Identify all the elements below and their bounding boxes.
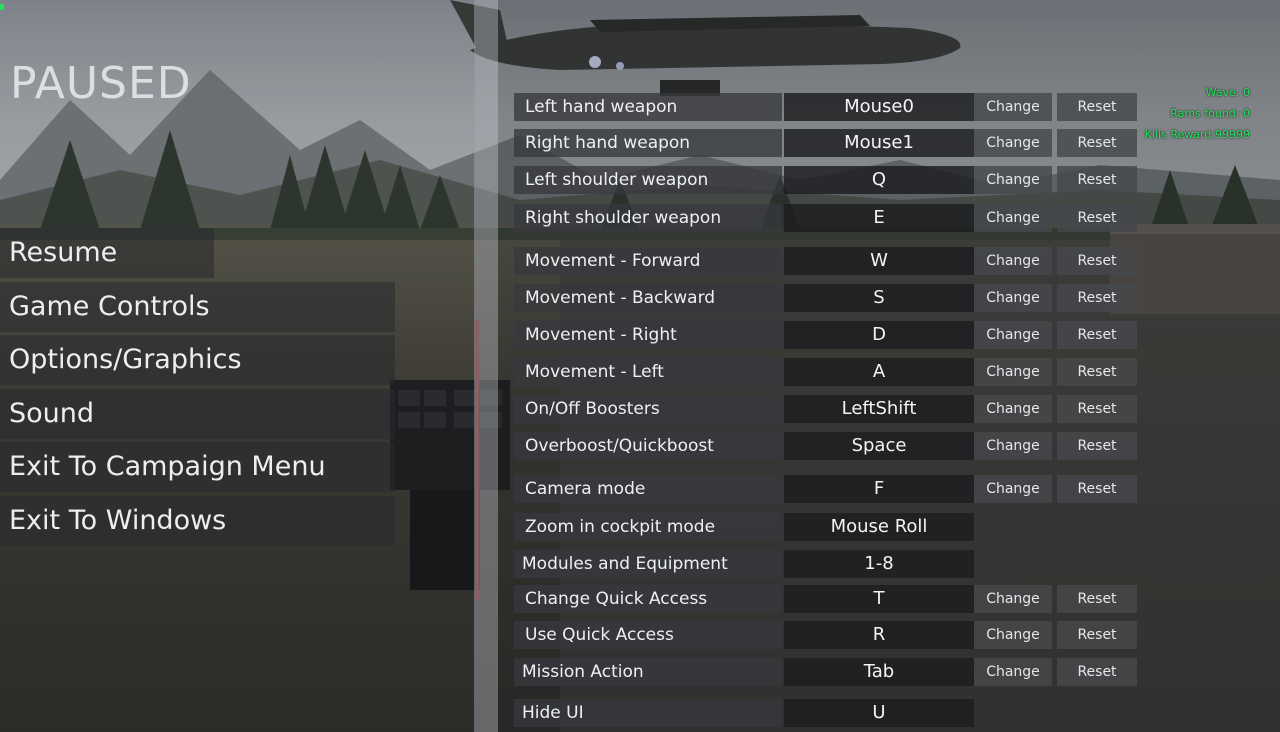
kills-reward-counter: Kills Reward:99999 (1144, 128, 1250, 141)
options-graphics-button[interactable]: Options/Graphics (0, 335, 395, 386)
action-label: Left hand weapon (514, 93, 782, 121)
game-controls-button[interactable]: Game Controls (0, 281, 395, 332)
key-value: 1-8 (784, 550, 974, 578)
reset-button[interactable]: Reset (1057, 247, 1137, 275)
change-button[interactable]: Change (974, 166, 1052, 194)
key-value: Mouse1 (784, 129, 974, 157)
key-value: D (784, 321, 974, 349)
reset-button[interactable]: Reset (1057, 658, 1137, 686)
key-value: Space (784, 432, 974, 460)
change-button[interactable]: Change (974, 93, 1052, 121)
paused-title: PAUSED (10, 58, 192, 109)
action-label: Use Quick Access (514, 621, 782, 649)
action-label: Modules and Equipment (514, 550, 782, 578)
action-label: Zoom in cockpit mode (514, 513, 782, 541)
key-value: T (784, 585, 974, 613)
wave-counter: Wave: 0 (1205, 86, 1250, 99)
key-value: Tab (784, 658, 974, 686)
action-label: Movement - Forward (514, 247, 782, 275)
action-label: Right hand weapon (514, 129, 782, 157)
change-button[interactable]: Change (974, 395, 1052, 423)
action-label: Change Quick Access (514, 585, 782, 613)
sound-button[interactable]: Sound (0, 388, 395, 439)
action-label: Right shoulder weapon (514, 204, 782, 232)
change-button[interactable]: Change (974, 204, 1052, 232)
key-value: F (784, 475, 974, 503)
action-label: Hide UI (514, 699, 782, 727)
pause-panel: PAUSED Resume Game Controls Options/Grap… (0, 0, 475, 732)
action-label: Movement - Left (514, 358, 782, 386)
change-button[interactable]: Change (974, 284, 1052, 312)
resume-button[interactable]: Resume (0, 228, 214, 278)
change-button[interactable]: Change (974, 658, 1052, 686)
key-value: Mouse0 (784, 93, 974, 121)
change-button[interactable]: Change (974, 247, 1052, 275)
action-label: On/Off Boosters (514, 395, 782, 423)
reset-button[interactable]: Reset (1057, 395, 1137, 423)
change-button[interactable]: Change (974, 321, 1052, 349)
change-button[interactable]: Change (974, 475, 1052, 503)
reset-button[interactable]: Reset (1057, 475, 1137, 503)
reset-button[interactable]: Reset (1057, 129, 1137, 157)
key-value: LeftShift (784, 395, 974, 423)
action-label: Movement - Right (514, 321, 782, 349)
hud-stats: Wave: 0 Rams found: 0 Kills Reward:99999 (1145, 82, 1250, 145)
reset-button[interactable]: Reset (1057, 621, 1137, 649)
action-label: Mission Action (514, 658, 782, 686)
change-button[interactable]: Change (974, 358, 1052, 386)
reset-button[interactable]: Reset (1057, 585, 1137, 613)
reset-button[interactable]: Reset (1057, 284, 1137, 312)
change-button[interactable]: Change (974, 621, 1052, 649)
key-value: Mouse Roll (784, 513, 974, 541)
action-label: Left shoulder weapon (514, 166, 782, 194)
corner-indicator (0, 4, 4, 10)
action-label: Overboost/Quickboost (514, 432, 782, 460)
key-value: E (784, 204, 974, 232)
action-label: Camera mode (514, 475, 782, 503)
reset-button[interactable]: Reset (1057, 358, 1137, 386)
reset-button[interactable]: Reset (1057, 166, 1137, 194)
key-value: S (784, 284, 974, 312)
key-value: Q (784, 166, 974, 194)
reset-button[interactable]: Reset (1057, 432, 1137, 460)
reset-button[interactable]: Reset (1057, 321, 1137, 349)
reset-button[interactable]: Reset (1057, 93, 1137, 121)
key-value: W (784, 247, 974, 275)
key-value: U (784, 699, 974, 727)
change-button[interactable]: Change (974, 129, 1052, 157)
key-value: R (784, 621, 974, 649)
items-found-counter: Rams found: 0 (1170, 107, 1250, 120)
pause-menu: Resume Game Controls Options/Graphics So… (0, 228, 395, 550)
panel-divider (474, 0, 498, 732)
change-button[interactable]: Change (974, 432, 1052, 460)
change-button[interactable]: Change (974, 585, 1052, 613)
action-label: Movement - Backward (514, 284, 782, 312)
key-value: A (784, 358, 974, 386)
exit-to-campaign-menu-button[interactable]: Exit To Campaign Menu (0, 442, 395, 493)
exit-to-windows-button[interactable]: Exit To Windows (0, 495, 395, 546)
reset-button[interactable]: Reset (1057, 204, 1137, 232)
